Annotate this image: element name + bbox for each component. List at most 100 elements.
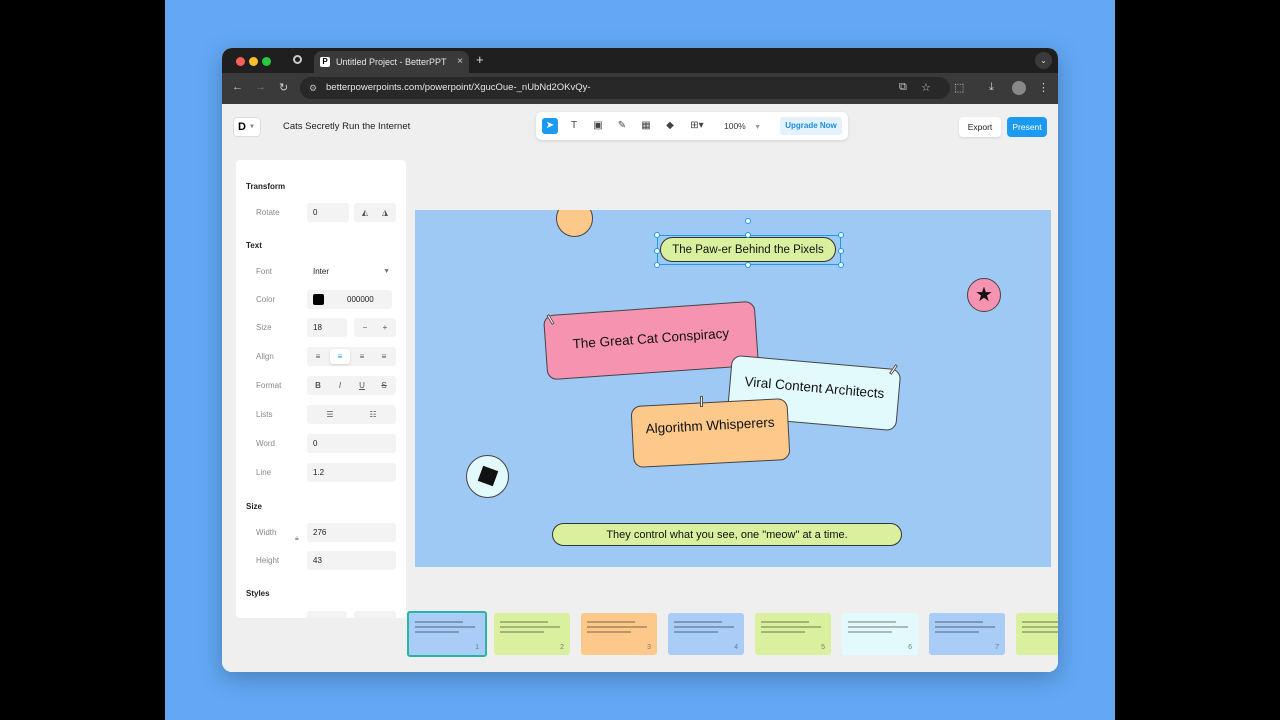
resize-handle[interactable] bbox=[654, 262, 660, 268]
size-label: Size bbox=[256, 323, 272, 332]
new-tab-button[interactable]: + bbox=[476, 52, 484, 67]
resize-handle[interactable] bbox=[838, 232, 844, 238]
bullet-list-icon[interactable]: ☰ bbox=[319, 407, 341, 422]
slide-thumbnail[interactable]: 1 bbox=[407, 611, 487, 657]
upgrade-button[interactable]: Upgrade Now bbox=[780, 117, 842, 135]
font-size-input[interactable]: 18 bbox=[307, 318, 347, 337]
eraser-tool-icon[interactable]: ◆ bbox=[662, 118, 678, 134]
forward-icon[interactable]: → bbox=[255, 81, 266, 93]
style-field[interactable] bbox=[354, 611, 396, 618]
export-button[interactable]: Export bbox=[959, 117, 1001, 137]
image-tool-icon[interactable]: ▣ bbox=[590, 118, 606, 134]
slide-thumbnail[interactable]: 2 bbox=[494, 613, 570, 655]
site-info-icon[interactable]: ⚙ bbox=[309, 77, 317, 99]
chevron-down-icon: ▼ bbox=[383, 268, 390, 275]
text-tool-icon[interactable]: T bbox=[566, 118, 582, 134]
menu-icon[interactable]: ⋮ bbox=[1038, 81, 1049, 94]
bookmark-star-icon[interactable]: ☆ bbox=[921, 81, 931, 94]
download-icon[interactable]: ⤓ bbox=[989, 81, 994, 94]
minimize-window-button[interactable] bbox=[249, 57, 258, 66]
align-left-icon[interactable]: ≡ bbox=[308, 349, 328, 364]
resize-handle[interactable] bbox=[745, 262, 751, 268]
align-label: Align bbox=[256, 352, 274, 361]
style-field[interactable] bbox=[307, 611, 347, 618]
word-spacing-input[interactable]: 0 bbox=[307, 434, 396, 453]
flip-vertical-icon[interactable]: ◮ bbox=[375, 205, 395, 220]
slide-number: 6 bbox=[908, 644, 912, 651]
close-tab-icon[interactable]: × bbox=[457, 51, 463, 73]
underline-button[interactable]: U bbox=[352, 378, 372, 393]
thumbnail-line bbox=[674, 631, 718, 633]
avatar[interactable] bbox=[1012, 81, 1026, 95]
color-swatch[interactable] bbox=[313, 294, 324, 305]
tab-title: Untitled Project - BetterPPT bbox=[336, 57, 447, 67]
table-tool-icon[interactable]: ▦ bbox=[638, 118, 654, 134]
tab-search-button[interactable]: ⌄ bbox=[1035, 52, 1052, 69]
slide-thumbnail[interactable]: 8 bbox=[1016, 613, 1058, 655]
install-app-icon[interactable]: ⧉ bbox=[899, 81, 907, 94]
slide-title[interactable]: The Paw-er Behind the Pixels bbox=[660, 237, 836, 262]
card-algorithm[interactable]: Algorithm Whisperers bbox=[630, 397, 791, 469]
resize-handle[interactable] bbox=[654, 248, 660, 254]
flip-horizontal-icon[interactable]: ◭ bbox=[355, 205, 375, 220]
lock-aspect-icon[interactable]: 🔒︎ bbox=[295, 535, 299, 543]
reload-icon[interactable]: ↻ bbox=[279, 81, 288, 94]
line-height-input[interactable]: 1.2 bbox=[307, 463, 396, 482]
font-select[interactable]: Inter ▼ bbox=[307, 262, 396, 281]
diamond-badge[interactable] bbox=[466, 455, 509, 498]
resize-handle[interactable] bbox=[838, 262, 844, 268]
height-input[interactable]: 43 bbox=[307, 551, 396, 570]
numbered-list-icon[interactable]: ☷ bbox=[362, 407, 384, 422]
thumbnail-line bbox=[848, 631, 892, 633]
resize-handle[interactable] bbox=[838, 248, 844, 254]
strikethrough-button[interactable]: S bbox=[374, 378, 394, 393]
rotate-handle[interactable] bbox=[745, 218, 751, 224]
color-input[interactable]: 000000 bbox=[307, 290, 392, 309]
star-icon: ★ bbox=[975, 284, 993, 306]
resize-handle[interactable] bbox=[745, 232, 751, 238]
lists-label: Lists bbox=[256, 410, 273, 419]
card-conspiracy[interactable]: The Great Cat Conspiracy bbox=[542, 300, 760, 381]
slide-thumbnail[interactable]: 4 bbox=[668, 613, 744, 655]
align-justify-icon[interactable]: ≡ bbox=[374, 349, 394, 364]
project-title[interactable]: Cats Secretly Run the Internet bbox=[283, 121, 410, 132]
slide-thumbnail[interactable]: 6 bbox=[842, 613, 918, 655]
align-center-icon[interactable]: ≡ bbox=[330, 349, 350, 364]
rotate-input[interactable]: 0 bbox=[307, 203, 349, 222]
slide-canvas[interactable]: ★ The Paw-er Behind the Pixels The Great… bbox=[415, 210, 1051, 567]
back-icon[interactable]: ← bbox=[232, 81, 243, 93]
decrease-icon[interactable]: − bbox=[355, 320, 375, 335]
extensions-icon[interactable]: ⬚ bbox=[954, 81, 964, 94]
logo-menu[interactable]: D ▼ bbox=[233, 117, 261, 137]
slide-thumbnails: 1 2 3 4 5 6 7 8 bbox=[406, 608, 1058, 672]
close-window-button[interactable] bbox=[236, 57, 245, 66]
record-icon bbox=[293, 55, 302, 64]
slide-footer[interactable]: They control what you see, one "meow" at… bbox=[552, 523, 902, 546]
bold-button[interactable]: B bbox=[308, 378, 328, 393]
thumbnail-line bbox=[935, 631, 979, 633]
align-right-icon[interactable]: ≡ bbox=[352, 349, 372, 364]
slide-number: 4 bbox=[734, 644, 738, 651]
slide-thumbnail[interactable]: 3 bbox=[581, 613, 657, 655]
thumbnail-line bbox=[848, 621, 896, 623]
resize-handle[interactable] bbox=[654, 232, 660, 238]
styles-heading: Styles bbox=[246, 589, 270, 598]
width-input[interactable]: 276 bbox=[307, 523, 396, 542]
increase-icon[interactable]: + bbox=[375, 320, 395, 335]
pen-tool-icon[interactable]: ✎ bbox=[614, 118, 630, 134]
zoom-select[interactable]: 100% ▼ bbox=[720, 118, 766, 134]
orange-circle-shape[interactable] bbox=[556, 210, 593, 237]
slide-thumbnail[interactable]: 7 bbox=[929, 613, 1005, 655]
star-badge[interactable]: ★ bbox=[967, 278, 1001, 312]
maximize-window-button[interactable] bbox=[262, 57, 271, 66]
grid-tool-icon[interactable]: ⊞▾ bbox=[686, 118, 708, 134]
slide-thumbnail[interactable]: 5 bbox=[755, 613, 831, 655]
thumbnail-line bbox=[500, 631, 544, 633]
browser-tab[interactable]: P Untitled Project - BetterPPT × bbox=[314, 51, 469, 73]
select-tool-icon[interactable]: ➤ bbox=[542, 118, 558, 134]
italic-button[interactable]: I bbox=[330, 378, 350, 393]
address-bar[interactable]: ⚙ betterpowerpoints.com/powerpoint/XgucO… bbox=[300, 77, 950, 99]
present-button[interactable]: Present bbox=[1007, 117, 1047, 137]
rotate-label: Rotate bbox=[256, 208, 280, 217]
thumbnail-line bbox=[761, 621, 809, 623]
